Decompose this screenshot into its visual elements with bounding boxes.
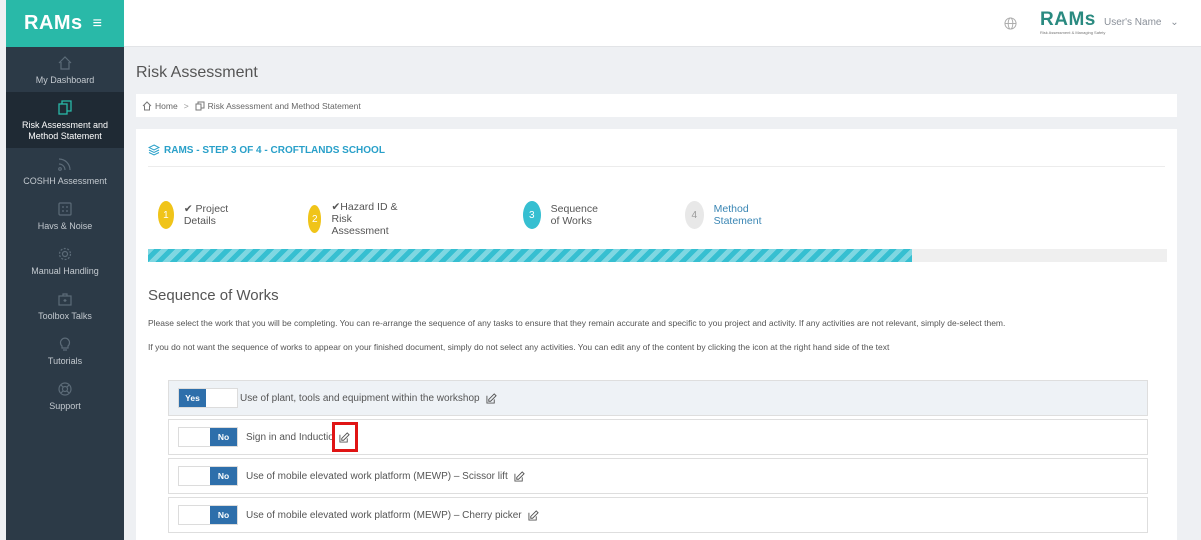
list-item-label: Use of mobile elevated work platform (ME…	[246, 470, 508, 482]
sequence-list: Yes Use of plant, tools and equipment wi…	[168, 380, 1148, 536]
wizard-step-number: 4	[685, 201, 704, 229]
step-title-text: RAMS - STEP 3 OF 4 - CROFTLANDS SCHOOL	[164, 144, 385, 156]
sidebar: RAMs ≡ My Dashboard Risk Assessment and …	[6, 0, 124, 540]
sidebar-item-label: Tutorials	[47, 356, 83, 366]
toggle-label: Yes	[179, 389, 206, 407]
edit-icon-highlight	[331, 422, 358, 452]
documents-icon	[195, 101, 205, 110]
sidebar-item-manual-handling[interactable]: Manual Handling	[6, 238, 124, 283]
lightbulb-icon	[59, 337, 71, 351]
list-item[interactable]: Yes Use of plant, tools and equipment wi…	[168, 380, 1148, 416]
top-header: RAMs Risk Assessment & Managing Safety U…	[124, 0, 1201, 47]
wizard-step-1[interactable]: 1 ✔ Project Details	[158, 201, 229, 229]
toggle-label: No	[210, 506, 237, 524]
brand-logo[interactable]: RAMs	[24, 12, 83, 35]
sidebar-item-havs-noise[interactable]: Havs & Noise	[6, 193, 124, 238]
progress-bar	[148, 249, 1167, 262]
toggle-label: No	[210, 428, 237, 446]
rss-icon	[58, 158, 71, 171]
instructions-paragraph-2: If you do not want the sequence of works…	[148, 342, 890, 352]
menu-toggle-icon[interactable]: ≡	[93, 15, 102, 33]
section-title: Sequence of Works	[148, 287, 279, 304]
home-icon	[58, 56, 72, 70]
edit-icon[interactable]	[514, 470, 525, 482]
list-item[interactable]: No Sign in and Inductio	[168, 419, 1148, 455]
list-item-label: Use of mobile elevated work platform (ME…	[246, 509, 522, 521]
header-logo[interactable]: RAMs Risk Assessment & Managing Safety	[1040, 9, 1106, 36]
list-item[interactable]: No Use of mobile elevated work platform …	[168, 497, 1148, 533]
lifebuoy-icon	[58, 382, 72, 396]
divider	[148, 166, 1165, 167]
breadcrumb-current[interactable]: Risk Assessment and Method Statement	[208, 101, 361, 111]
home-icon	[142, 100, 152, 110]
calculator-icon	[58, 202, 72, 216]
header-logo-tagline: Risk Assessment & Managing Safety	[1040, 30, 1106, 35]
yes-no-toggle[interactable]: Yes	[178, 388, 238, 408]
sidebar-item-label: Support	[49, 401, 81, 411]
sidebar-item-support[interactable]: Support	[6, 373, 124, 418]
wizard-step-label: Sequence of Works	[550, 203, 598, 227]
wizard-step-3[interactable]: 3 Sequence of Works	[523, 201, 608, 229]
wizard-step-4[interactable]: 4 Method Statement	[685, 201, 771, 229]
instructions-paragraph-1: Please select the work that you will be …	[148, 318, 1006, 328]
list-item[interactable]: No Use of mobile elevated work platform …	[168, 458, 1148, 494]
sidebar-item-tutorials[interactable]: Tutorials	[6, 328, 124, 373]
header-logo-text: RAMs	[1040, 9, 1096, 30]
list-item-label: Use of plant, tools and equipment within…	[240, 392, 480, 404]
sidebar-item-label: My Dashboard	[35, 75, 95, 85]
progress-bar-fill	[148, 249, 913, 262]
wizard-step-label: ✔ Project Details	[183, 203, 229, 227]
user-name-label: User's Name	[1104, 17, 1162, 28]
toggle-label: No	[210, 467, 237, 485]
breadcrumb-home-link[interactable]: Home	[155, 101, 178, 111]
sidebar-item-coshh[interactable]: COSHH Assessment	[6, 148, 124, 193]
wizard-step-label: Method Statement	[713, 203, 762, 227]
sidebar-item-label: Risk Assessment and Method Statement	[21, 120, 109, 141]
edit-icon[interactable]	[339, 431, 351, 443]
user-menu[interactable]: User's Name ⌄	[1104, 17, 1179, 28]
documents-icon	[58, 100, 72, 115]
wizard-step-number: 3	[523, 201, 541, 229]
wizard-step-label: ✔Hazard ID & Risk Assessment	[331, 201, 398, 237]
breadcrumb: Home > Risk Assessment and Method Statem…	[136, 94, 1177, 117]
brand-bar: RAMs ≡	[6, 0, 124, 47]
breadcrumb-separator: >	[183, 100, 189, 111]
wizard-step-2[interactable]: 2 ✔Hazard ID & Risk Assessment	[308, 201, 403, 237]
toolbox-icon	[58, 293, 72, 306]
chevron-down-icon: ⌄	[1170, 17, 1179, 28]
yes-no-toggle[interactable]: No	[178, 466, 238, 486]
yes-no-toggle[interactable]: No	[178, 505, 238, 525]
step-title: RAMS - STEP 3 OF 4 - CROFTLANDS SCHOOL	[148, 144, 385, 156]
edit-icon[interactable]	[486, 392, 497, 404]
wizard-step-number: 1	[158, 201, 174, 229]
page-title: Risk Assessment	[136, 64, 258, 81]
edit-icon[interactable]	[528, 509, 539, 521]
list-item-label: Sign in and Inductio	[246, 431, 334, 443]
sidebar-item-risk-assessment[interactable]: Risk Assessment and Method Statement	[6, 92, 124, 148]
sidebar-item-dashboard[interactable]: My Dashboard	[6, 47, 124, 92]
sidebar-item-label: COSHH Assessment	[23, 176, 107, 186]
sidebar-item-label: Manual Handling	[31, 266, 99, 276]
rams-card: RAMS - STEP 3 OF 4 - CROFTLANDS SCHOOL 1…	[136, 129, 1177, 540]
globe-icon[interactable]	[1004, 17, 1017, 30]
sidebar-item-toolbox-talks[interactable]: Toolbox Talks	[6, 283, 124, 328]
wizard-step-number: 2	[308, 205, 322, 233]
layers-icon	[148, 144, 160, 156]
sidebar-item-label: Toolbox Talks	[38, 311, 92, 321]
yes-no-toggle[interactable]: No	[178, 427, 238, 447]
sidebar-item-label: Havs & Noise	[37, 221, 93, 231]
gear-icon	[58, 247, 72, 261]
